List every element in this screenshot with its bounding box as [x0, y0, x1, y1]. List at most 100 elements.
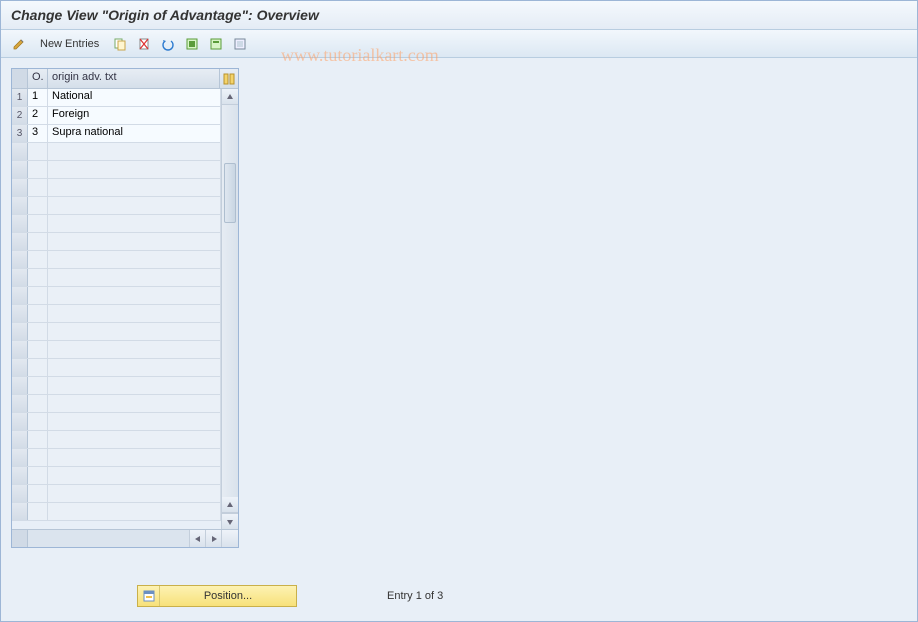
row-selector[interactable]: [12, 395, 28, 412]
cell-origin-txt[interactable]: [48, 251, 221, 268]
cell-origin-txt[interactable]: [48, 431, 221, 448]
cell-origin-txt[interactable]: [48, 503, 221, 520]
cell-o[interactable]: [28, 287, 48, 304]
row-selector-header[interactable]: [12, 69, 28, 88]
table-row-empty[interactable]: [12, 341, 221, 359]
table-row-empty[interactable]: [12, 287, 221, 305]
cell-o[interactable]: [28, 359, 48, 376]
cell-o[interactable]: 3: [28, 125, 48, 142]
cell-o[interactable]: [28, 341, 48, 358]
select-all-icon[interactable]: [182, 34, 202, 54]
cell-origin-txt[interactable]: National: [48, 89, 221, 106]
cell-o[interactable]: [28, 305, 48, 322]
vertical-scrollbar[interactable]: [221, 89, 238, 529]
row-selector[interactable]: [12, 251, 28, 268]
column-config-icon[interactable]: [220, 69, 238, 88]
cell-o[interactable]: [28, 179, 48, 196]
cell-o[interactable]: [28, 269, 48, 286]
row-selector[interactable]: [12, 233, 28, 250]
cell-origin-txt[interactable]: [48, 269, 221, 286]
cell-o[interactable]: [28, 143, 48, 160]
row-selector[interactable]: [12, 215, 28, 232]
table-row-empty[interactable]: [12, 197, 221, 215]
row-selector[interactable]: [12, 449, 28, 466]
cell-origin-txt[interactable]: [48, 467, 221, 484]
row-selector[interactable]: [12, 269, 28, 286]
cell-o[interactable]: 1: [28, 89, 48, 106]
cell-origin-txt[interactable]: [48, 323, 221, 340]
scrollbar-thumb[interactable]: [224, 163, 236, 223]
cell-origin-txt[interactable]: [48, 485, 221, 502]
row-selector[interactable]: [12, 197, 28, 214]
scroll-up-icon[interactable]: [222, 89, 238, 105]
row-selector[interactable]: [12, 377, 28, 394]
cell-o[interactable]: [28, 377, 48, 394]
table-row-empty[interactable]: [12, 431, 221, 449]
row-selector[interactable]: [12, 341, 28, 358]
cell-origin-txt[interactable]: [48, 215, 221, 232]
cell-o[interactable]: [28, 503, 48, 520]
row-selector[interactable]: 1: [12, 89, 28, 106]
table-row-empty[interactable]: [12, 215, 221, 233]
scroll-right-icon[interactable]: [205, 530, 221, 547]
cell-origin-txt[interactable]: [48, 413, 221, 430]
cell-origin-txt[interactable]: [48, 377, 221, 394]
row-selector[interactable]: [12, 143, 28, 160]
cell-origin-txt[interactable]: [48, 233, 221, 250]
cell-o[interactable]: 2: [28, 107, 48, 124]
cell-o[interactable]: [28, 197, 48, 214]
row-selector[interactable]: [12, 323, 28, 340]
table-row-empty[interactable]: [12, 179, 221, 197]
row-selector[interactable]: [12, 161, 28, 178]
cell-o[interactable]: [28, 431, 48, 448]
new-entries-button[interactable]: New Entries: [33, 35, 106, 53]
table-row-empty[interactable]: [12, 413, 221, 431]
table-row-empty[interactable]: [12, 485, 221, 503]
row-selector[interactable]: [12, 305, 28, 322]
column-header-origin-adv-txt[interactable]: origin adv. txt: [48, 69, 220, 88]
row-selector[interactable]: [12, 359, 28, 376]
cell-origin-txt[interactable]: [48, 341, 221, 358]
cell-o[interactable]: [28, 323, 48, 340]
table-row-empty[interactable]: [12, 269, 221, 287]
deselect-all-icon[interactable]: [230, 34, 250, 54]
row-selector[interactable]: [12, 413, 28, 430]
scroll-left-icon[interactable]: [189, 530, 205, 547]
table-row-empty[interactable]: [12, 377, 221, 395]
table-row-empty[interactable]: [12, 143, 221, 161]
undo-icon[interactable]: [158, 34, 178, 54]
table-row[interactable]: 33Supra national: [12, 125, 221, 143]
row-selector[interactable]: 2: [12, 107, 28, 124]
cell-o[interactable]: [28, 485, 48, 502]
select-block-icon[interactable]: [206, 34, 226, 54]
position-button[interactable]: Position...: [137, 585, 297, 607]
cell-origin-txt[interactable]: Supra national: [48, 125, 221, 142]
row-selector[interactable]: [12, 503, 28, 520]
table-row-empty[interactable]: [12, 233, 221, 251]
row-selector[interactable]: [12, 287, 28, 304]
table-row-empty[interactable]: [12, 503, 221, 521]
cell-origin-txt[interactable]: [48, 161, 221, 178]
table-row-empty[interactable]: [12, 449, 221, 467]
table-row[interactable]: 22Foreign: [12, 107, 221, 125]
table-row[interactable]: 11National: [12, 89, 221, 107]
cell-o[interactable]: [28, 395, 48, 412]
table-row-empty[interactable]: [12, 323, 221, 341]
table-row-empty[interactable]: [12, 359, 221, 377]
delete-icon[interactable]: [134, 34, 154, 54]
cell-origin-txt[interactable]: [48, 143, 221, 160]
cell-o[interactable]: [28, 449, 48, 466]
row-selector[interactable]: [12, 485, 28, 502]
cell-origin-txt[interactable]: [48, 359, 221, 376]
cell-o[interactable]: [28, 251, 48, 268]
cell-o[interactable]: [28, 233, 48, 250]
cell-origin-txt[interactable]: [48, 179, 221, 196]
cell-o[interactable]: [28, 467, 48, 484]
row-selector[interactable]: [12, 179, 28, 196]
row-selector[interactable]: [12, 467, 28, 484]
cell-origin-txt[interactable]: [48, 287, 221, 304]
table-row-empty[interactable]: [12, 305, 221, 323]
cell-origin-txt[interactable]: Foreign: [48, 107, 221, 124]
row-selector[interactable]: 3: [12, 125, 28, 142]
cell-origin-txt[interactable]: [48, 395, 221, 412]
